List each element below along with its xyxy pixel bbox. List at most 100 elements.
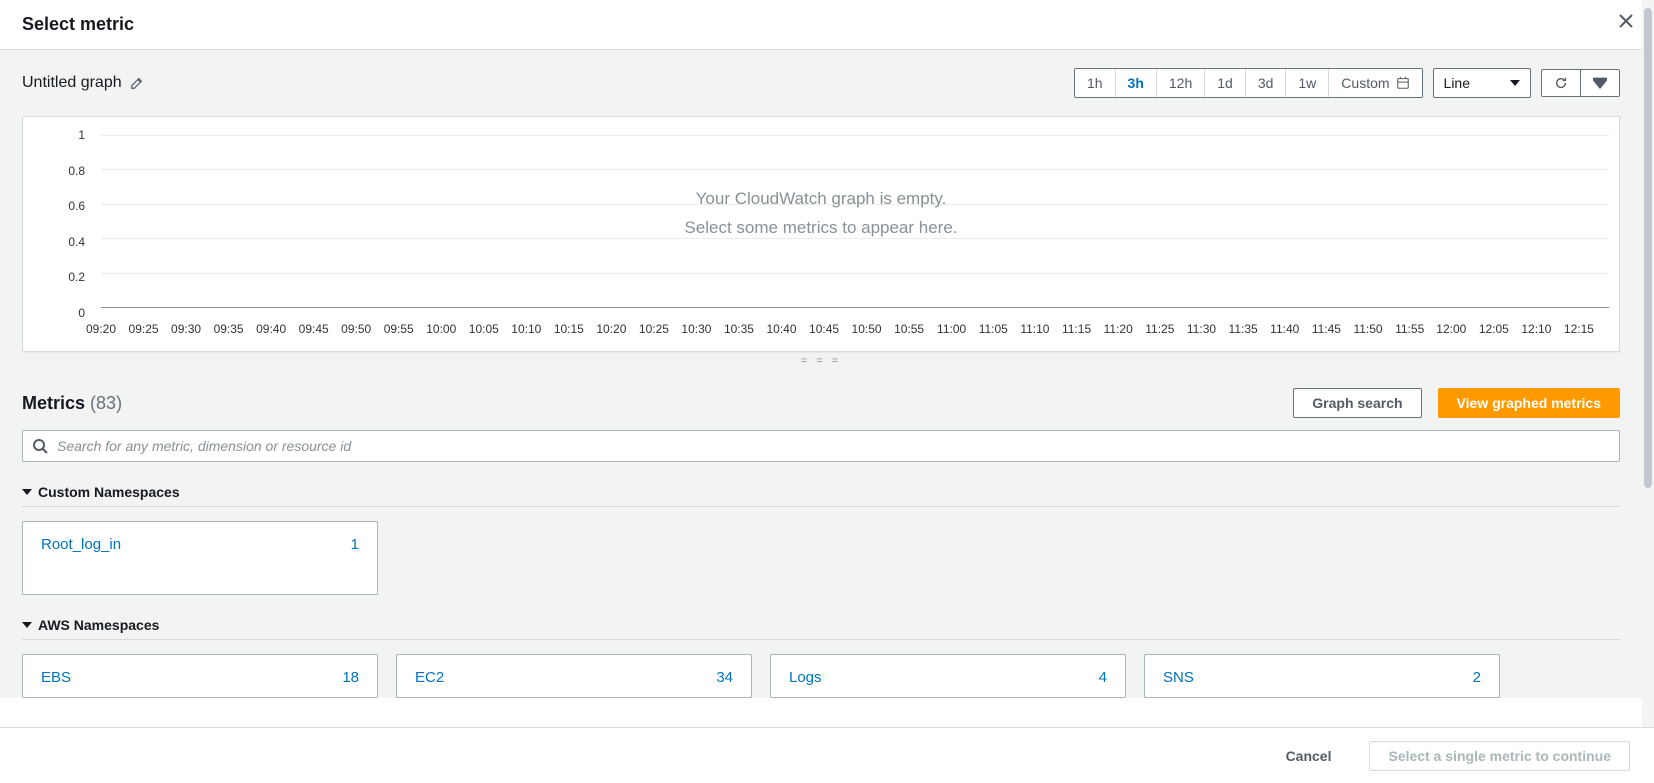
graph-card: 10.80.60.40.20 Your CloudWatch graph is … bbox=[22, 116, 1620, 352]
x-tick: 10:55 bbox=[894, 322, 924, 336]
gridline bbox=[101, 169, 1609, 170]
aws-namespaces-section: AWS Namespaces EBS18 EC234 Logs 4 SNS 2 bbox=[22, 617, 1620, 698]
x-tick: 11:10 bbox=[1020, 322, 1049, 336]
graph-title-text: Untitled graph bbox=[22, 74, 122, 92]
continue-button[interactable]: Select a single metric to continue bbox=[1369, 741, 1630, 771]
namespace-card[interactable]: Root_log_in 1 bbox=[22, 521, 378, 595]
metrics-zone: Metrics (83) Graph search View graphed m… bbox=[0, 370, 1642, 698]
namespace-count: 1 bbox=[351, 536, 359, 553]
scrollbar-track[interactable] bbox=[1642, 0, 1654, 783]
namespace-card[interactable]: EBS18 bbox=[22, 654, 378, 698]
x-tick: 12:15 bbox=[1564, 322, 1594, 336]
range-1h[interactable]: 1h bbox=[1075, 69, 1116, 97]
empty-message: Your CloudWatch graph is empty. Select s… bbox=[23, 185, 1619, 243]
aws-namespace-cards: EBS18 EC234 Logs 4 SNS 2 bbox=[22, 654, 1620, 698]
range-custom[interactable]: Custom bbox=[1329, 69, 1421, 97]
x-tick: 11:55 bbox=[1395, 322, 1424, 336]
x-tick: 11:15 bbox=[1062, 322, 1091, 336]
custom-namespaces-toggle[interactable]: Custom Namespaces bbox=[22, 484, 1620, 507]
chart-type-label: Line bbox=[1444, 75, 1470, 91]
x-tick: 09:55 bbox=[384, 322, 414, 336]
x-tick: 11:05 bbox=[979, 322, 1008, 336]
chart-type-select[interactable]: Line bbox=[1433, 68, 1531, 98]
x-tick: 11:00 bbox=[937, 322, 966, 336]
metric-search bbox=[22, 430, 1620, 462]
namespace-count: 18 bbox=[342, 669, 359, 686]
namespace-count: 2 bbox=[1473, 669, 1481, 686]
range-1d[interactable]: 1d bbox=[1205, 69, 1246, 97]
x-tick: 11:40 bbox=[1270, 322, 1299, 336]
scrollbar-thumb[interactable] bbox=[1644, 8, 1652, 488]
x-tick: 10:25 bbox=[639, 322, 669, 336]
x-tick: 10:15 bbox=[554, 322, 584, 336]
range-1w[interactable]: 1w bbox=[1286, 69, 1329, 97]
resize-handle[interactable]: = = = bbox=[0, 352, 1642, 370]
x-axis: 09:2009:2509:3009:3509:4009:4509:5009:55… bbox=[101, 322, 1609, 336]
x-tick: 10:45 bbox=[809, 322, 839, 336]
x-tick: 10:30 bbox=[681, 322, 711, 336]
resize-handle-glyph: = = = bbox=[801, 355, 841, 367]
gridline bbox=[101, 135, 1609, 136]
graph-search-button[interactable]: Graph search bbox=[1293, 388, 1421, 418]
namespace-count: 4 bbox=[1099, 669, 1107, 686]
range-3h[interactable]: 3h bbox=[1116, 69, 1157, 97]
x-tick: 11:30 bbox=[1187, 322, 1216, 336]
aws-namespaces-toggle[interactable]: AWS Namespaces bbox=[22, 617, 1620, 640]
x-tick: 10:10 bbox=[511, 322, 541, 336]
x-tick: 09:50 bbox=[341, 322, 371, 336]
x-tick: 09:40 bbox=[256, 322, 286, 336]
namespace-name: SNS bbox=[1163, 669, 1194, 686]
modal-footer: Cancel Select a single metric to continu… bbox=[0, 727, 1654, 783]
metrics-heading-text: Metrics bbox=[22, 393, 85, 413]
gridline bbox=[101, 307, 1609, 308]
range-custom-label: Custom bbox=[1341, 75, 1389, 91]
y-tick: 0 bbox=[78, 306, 85, 320]
caret-down-icon bbox=[22, 620, 32, 630]
empty-line-1: Your CloudWatch graph is empty. bbox=[23, 185, 1619, 214]
select-metric-modal: Select metric Untitled graph 1h 3h 12h 1… bbox=[0, 0, 1654, 783]
refresh-button[interactable] bbox=[1542, 70, 1581, 96]
namespace-card[interactable]: EC234 bbox=[396, 654, 752, 698]
x-tick: 12:05 bbox=[1479, 322, 1509, 336]
caret-down-icon bbox=[1593, 76, 1607, 90]
graph-body: 10.80.60.40.20 Your CloudWatch graph is … bbox=[0, 116, 1642, 352]
namespace-card[interactable]: Logs 4 bbox=[770, 654, 1126, 698]
cancel-button[interactable]: Cancel bbox=[1268, 742, 1350, 770]
x-tick: 11:50 bbox=[1353, 322, 1382, 336]
x-tick: 10:50 bbox=[852, 322, 882, 336]
custom-namespace-cards: Root_log_in 1 bbox=[22, 521, 1620, 595]
time-range-group: 1h 3h 12h 1d 3d 1w Custom bbox=[1074, 68, 1423, 98]
custom-namespaces-heading: Custom Namespaces bbox=[38, 484, 180, 500]
x-tick: 11:20 bbox=[1104, 322, 1133, 336]
metrics-heading: Metrics (83) bbox=[22, 393, 122, 414]
view-graphed-metrics-button[interactable]: View graphed metrics bbox=[1438, 388, 1620, 418]
x-tick: 10:35 bbox=[724, 322, 754, 336]
close-button[interactable] bbox=[1618, 13, 1634, 34]
namespace-name: Root_log_in bbox=[41, 536, 121, 553]
metric-search-input[interactable] bbox=[22, 430, 1620, 462]
modal-header: Select metric bbox=[0, 0, 1654, 50]
namespace-name: Logs bbox=[789, 669, 822, 686]
x-tick: 09:25 bbox=[129, 322, 159, 336]
y-tick: 0.2 bbox=[68, 270, 85, 284]
x-tick: 09:20 bbox=[86, 322, 116, 336]
custom-namespaces-section: Custom Namespaces Root_log_in 1 bbox=[22, 484, 1620, 595]
range-3d[interactable]: 3d bbox=[1246, 69, 1287, 97]
edit-icon bbox=[130, 76, 144, 90]
empty-line-2: Select some metrics to appear here. bbox=[23, 214, 1619, 243]
x-tick: 10:20 bbox=[596, 322, 626, 336]
y-tick: 0.8 bbox=[68, 164, 85, 178]
x-tick: 09:35 bbox=[214, 322, 244, 336]
namespace-card[interactable]: SNS 2 bbox=[1144, 654, 1500, 698]
graph-title[interactable]: Untitled graph bbox=[22, 74, 144, 92]
namespace-count: 34 bbox=[716, 669, 733, 686]
refresh-options-button[interactable] bbox=[1581, 70, 1619, 96]
calendar-icon bbox=[1396, 76, 1410, 90]
refresh-icon bbox=[1554, 76, 1568, 90]
range-12h[interactable]: 12h bbox=[1157, 69, 1205, 97]
x-tick: 10:40 bbox=[766, 322, 796, 336]
aws-namespaces-heading: AWS Namespaces bbox=[38, 617, 159, 633]
metrics-header: Metrics (83) Graph search View graphed m… bbox=[22, 388, 1620, 418]
y-tick: 1 bbox=[78, 128, 85, 142]
x-tick: 10:00 bbox=[426, 322, 456, 336]
